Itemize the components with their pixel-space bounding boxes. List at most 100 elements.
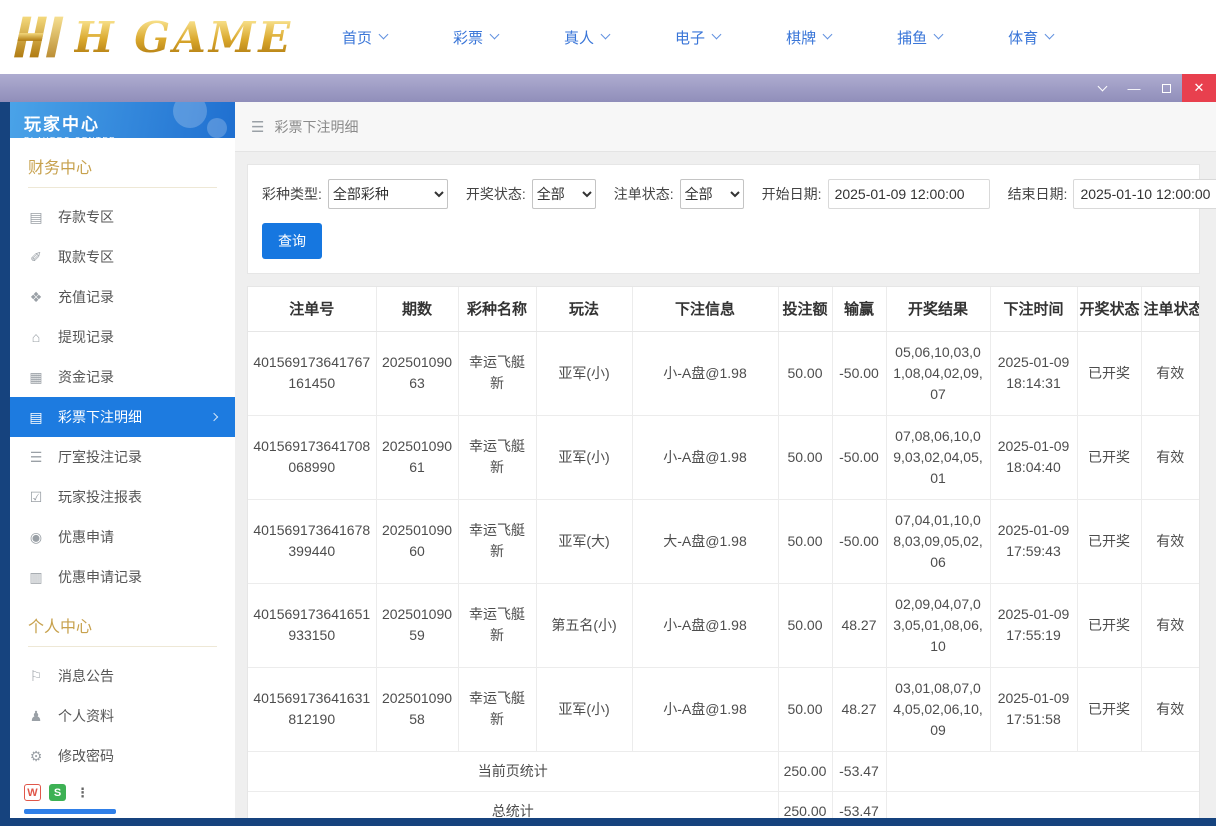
nav-item[interactable]: 彩票 xyxy=(453,27,500,48)
order-status-select[interactable]: 全部 xyxy=(679,179,744,209)
table-cell: 小-A盘@1.98 xyxy=(631,414,778,499)
maximize-icon xyxy=(1161,83,1171,93)
nav-item[interactable]: 棋牌 xyxy=(786,27,833,48)
page-title: 彩票下注明细 xyxy=(274,118,359,135)
column-header: 投注额 xyxy=(777,287,832,332)
sidebar-item-withdraw-zone[interactable]: ✐ 取款专区 xyxy=(10,237,235,277)
content: 彩种类型: 全部彩种 开奖状态: 全部 注单状态: 全部 开始日期: 2025-… xyxy=(235,152,1216,818)
site-header: H GAME 首页 彩票 真人 电子 棋牌 捕鱼 体育 xyxy=(0,0,1216,74)
table-cell: 有效 xyxy=(1140,330,1199,415)
window-titlebar: — ✕ xyxy=(0,74,1216,102)
chevron-down-icon xyxy=(489,29,500,40)
draw-status-select[interactable]: 全部 xyxy=(531,179,596,209)
table-cell: 50.00 xyxy=(777,414,832,499)
table-cell: 已开奖 xyxy=(1076,330,1141,415)
table-row: 401569173641678399440 20250109060 幸运飞艇新 亚军(… xyxy=(248,498,1199,583)
bet-table: 注单号 期数 彩种名称 玩法 下注信息 投注额 输赢 开奖结果 下注时间 开奖状态 注单状态 401… xyxy=(248,287,1199,818)
table-cell: 第五名(小) xyxy=(535,582,632,667)
sidebar-item-deposit-zone[interactable]: ▤ 存款专区 xyxy=(10,197,235,237)
table-cell: 有效 xyxy=(1140,666,1199,751)
search-button[interactable]: 查询 xyxy=(262,223,322,259)
table-cell: 有效 xyxy=(1140,582,1199,667)
nav-item[interactable]: 首页 xyxy=(342,27,389,48)
more-dots-icon[interactable]: ⋮ xyxy=(74,784,91,801)
table-cell: 亚军(小) xyxy=(535,330,632,415)
nav-item[interactable]: 电子 xyxy=(675,27,722,48)
sidebar-section-title: 个人中心 xyxy=(10,597,235,656)
sidebar-item-message-board[interactable]: ⚐ 消息公告 xyxy=(10,656,235,696)
minimize-button[interactable]: — xyxy=(1118,74,1150,102)
sidebar-item-promo-apply[interactable]: ◉ 优惠申请 xyxy=(10,517,235,557)
table-cell: 小-A盘@1.98 xyxy=(631,666,778,751)
table-cell: 20250109059 xyxy=(375,582,458,667)
table-cell: -50.00 xyxy=(831,414,886,499)
chevron-down-icon xyxy=(711,29,722,40)
sidebar-item-funds-record[interactable]: ▦ 资金记录 xyxy=(10,357,235,397)
moneybag-icon: ❖ xyxy=(29,288,43,305)
table-cell: 50.00 xyxy=(777,582,832,667)
table-cell: 已开奖 xyxy=(1076,582,1141,667)
start-date-input[interactable] xyxy=(827,179,990,209)
nav-item[interactable]: 捕鱼 xyxy=(897,27,944,48)
table-cell: 401569173641767161450 xyxy=(248,330,376,415)
sidebar-item-change-password[interactable]: ⚙ 修改密码 xyxy=(10,736,235,776)
sidebar-item-profile[interactable]: ♟ 个人资料 xyxy=(10,696,235,736)
window-body: 玩家中心 PLAYERS CENTER 财务中心 ▤ 存款专区 ✐ 取款专区 ❖… xyxy=(0,102,1216,826)
withdraw-icon: ✐ xyxy=(30,248,42,265)
withdrawal-record-icon: ⌂ xyxy=(31,329,41,345)
sidebar-item-hall-bet-record[interactable]: ☰ 厅室投注记录 xyxy=(10,437,235,477)
summary-bet-total: 250.00 xyxy=(777,790,832,818)
table-cell: 有效 xyxy=(1140,414,1199,499)
nav-item-label: 真人 xyxy=(564,29,595,47)
sidebar-item-player-bet-report[interactable]: ☑ 玩家投注报表 xyxy=(10,477,235,517)
nav-item[interactable]: 体育 xyxy=(1008,27,1055,48)
deposit-icon: ▤ xyxy=(29,208,43,225)
bet-table-wrap: 注单号 期数 彩种名称 玩法 下注信息 投注额 输赢 开奖结果 下注时间 开奖状态 注单状态 401… xyxy=(247,286,1200,818)
sidebar-section-title: 财务中心 xyxy=(10,138,235,197)
chevron-right-icon xyxy=(209,412,219,422)
sidebar-item-label: 优惠申请 xyxy=(58,529,114,545)
maximize-button[interactable] xyxy=(1150,74,1182,102)
table-cell: 20250109061 xyxy=(375,414,458,499)
summary-winloss-total: -53.47 xyxy=(831,790,886,818)
lottery-type-select[interactable]: 全部彩种 xyxy=(327,179,448,209)
table-cell: 2025-01-09 17:55:19 xyxy=(989,582,1077,667)
hamburger-icon[interactable]: ☰ xyxy=(251,118,264,136)
table-cell: 401569173641631812190 xyxy=(248,666,376,751)
table-cell: -50.00 xyxy=(831,498,886,583)
table-body: 401569173641767161450 20250109063 幸运飞艇新 亚军(… xyxy=(248,330,1199,818)
summary-winloss-total: -53.47 xyxy=(831,750,886,791)
table-cell: 2025-01-09 18:04:40 xyxy=(989,414,1077,499)
column-header: 注单状态 xyxy=(1140,287,1199,332)
table-cell: 2025-01-09 17:59:43 xyxy=(989,498,1077,583)
nav-item-label: 棋牌 xyxy=(786,29,817,47)
logo-text: H GAME xyxy=(74,12,294,62)
sidebar-item-label: 提现记录 xyxy=(58,329,114,345)
table-cell: 20250109060 xyxy=(375,498,458,583)
table-cell: 03,01,08,07,04,05,02,06,10,09 xyxy=(885,666,990,751)
table-cell: -50.00 xyxy=(831,330,886,415)
window-dropdown-button[interactable] xyxy=(1086,74,1118,102)
sidebar-item-promo-apply-record[interactable]: ▥ 优惠申请记录 xyxy=(10,557,235,597)
table-cell: 50.00 xyxy=(777,666,832,751)
sidebar-item-recharge-record[interactable]: ❖ 充值记录 xyxy=(10,277,235,317)
close-icon: ✕ xyxy=(1193,80,1205,95)
sidebar-item-label: 修改密码 xyxy=(58,748,114,764)
close-button[interactable]: ✕ xyxy=(1182,74,1216,102)
table-row: 401569173641708068990 20250109061 幸运飞艇新 亚军(… xyxy=(248,414,1199,499)
nav-item[interactable]: 真人 xyxy=(564,27,611,48)
end-date-input[interactable] xyxy=(1073,179,1216,209)
red-doc-app-icon[interactable]: W xyxy=(24,784,41,801)
green-sheet-app-icon[interactable]: S xyxy=(49,784,66,801)
sidebar: 玩家中心 PLAYERS CENTER 财务中心 ▤ 存款专区 ✐ 取款专区 ❖… xyxy=(10,102,235,818)
table-cell: 50.00 xyxy=(777,498,832,583)
logo[interactable]: H GAME xyxy=(0,12,300,62)
nav-item-label: 首页 xyxy=(342,29,373,47)
decorative-bubble xyxy=(207,118,227,138)
chevron-down-icon xyxy=(1044,29,1055,40)
sidebar-item-lottery-bet-detail[interactable]: ▤ 彩票下注明细 xyxy=(10,397,235,437)
column-header: 开奖结果 xyxy=(885,287,990,332)
person-icon: ♟ xyxy=(29,707,43,724)
sidebar-item-withdrawal-record[interactable]: ⌂ 提现记录 xyxy=(10,317,235,357)
summary-bet-total: 250.00 xyxy=(777,750,832,791)
